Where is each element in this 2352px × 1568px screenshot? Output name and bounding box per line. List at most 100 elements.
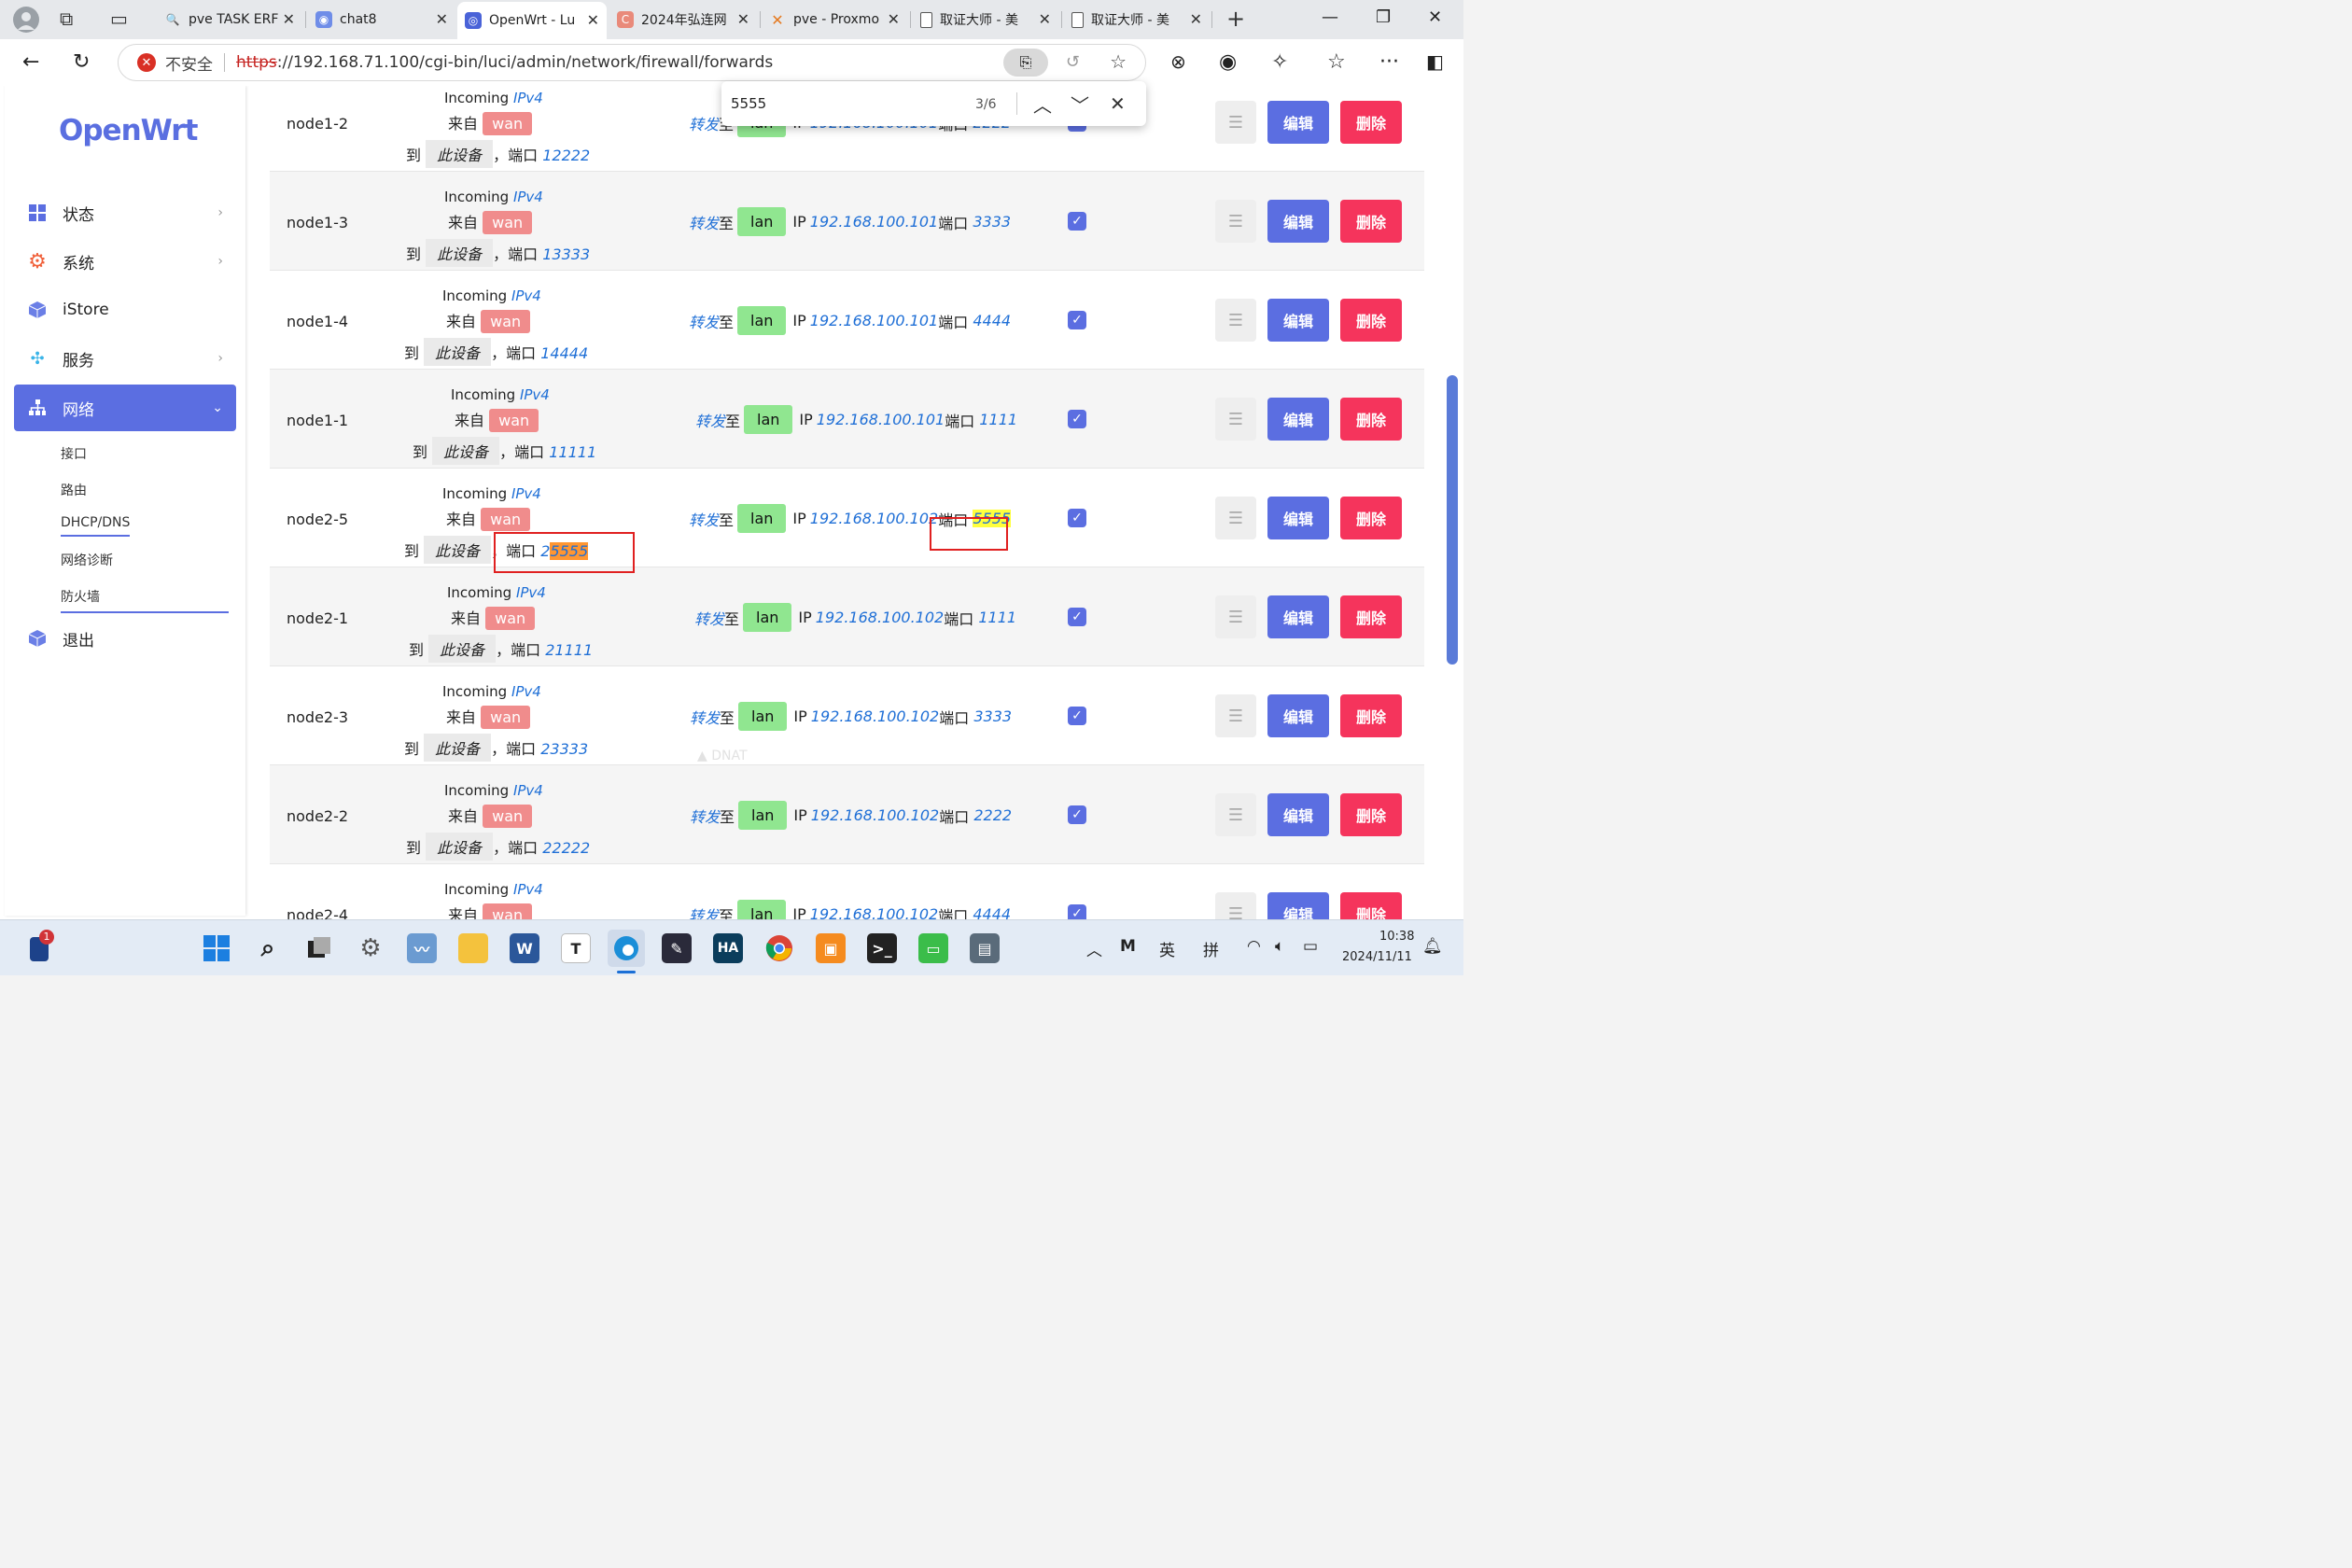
enable-checkbox[interactable]: ✓ (1068, 410, 1086, 428)
security-label[interactable]: 不安全 (165, 51, 213, 75)
menu-network[interactable]: 网络 ⌄ (14, 385, 236, 431)
notification-bell-icon[interactable]: 🔔︎ (1422, 937, 1443, 956)
drag-handle-icon[interactable]: ☰ (1215, 200, 1256, 243)
search-icon[interactable]: ⌕ (253, 933, 283, 963)
submenu-routes[interactable]: 路由 (61, 481, 87, 499)
settings-icon[interactable]: ⚙ (356, 933, 385, 963)
favorites-icon[interactable]: ☆ (1327, 50, 1346, 74)
delete-button[interactable]: 删除 (1340, 595, 1402, 638)
delete-button[interactable]: 删除 (1340, 892, 1402, 919)
record-icon[interactable]: ◉ (1219, 50, 1237, 74)
drag-handle-icon[interactable]: ☰ (1215, 793, 1256, 836)
tab-openwrt[interactable]: ◎ OpenWrt - Lu ✕ (457, 2, 607, 39)
tab-forensics-1[interactable]: 取证大师 - 美 ✕ (913, 4, 1058, 35)
drag-handle-icon[interactable]: ☰ (1215, 299, 1256, 342)
close-icon[interactable]: ✕ (283, 10, 295, 28)
chrome-icon[interactable] (764, 933, 794, 963)
battery-icon[interactable]: ▭ (1303, 937, 1318, 956)
enable-checkbox[interactable]: ✓ (1068, 311, 1086, 329)
delete-button[interactable]: 删除 (1340, 299, 1402, 342)
enable-checkbox[interactable]: ✓ (1068, 212, 1086, 231)
enable-checkbox[interactable]: ✓ (1068, 608, 1086, 626)
close-icon[interactable]: ✕ (737, 10, 749, 28)
tab-honglian[interactable]: C 2024年弘连网 ✕ (609, 4, 757, 35)
edit-button[interactable]: 编辑 (1267, 595, 1329, 638)
favorite-star-icon[interactable]: ☆ (1110, 50, 1127, 73)
monitor-icon[interactable]: 〰 (407, 933, 437, 963)
workspaces-icon[interactable]: ⧉ (60, 7, 73, 30)
tab-pve-task[interactable]: 🔍 pve TASK ERF ✕ (157, 4, 302, 35)
window-close-icon[interactable]: ✕ (1428, 7, 1442, 27)
sidebar-toggle-icon[interactable]: ◧ (1426, 50, 1444, 73)
menu-system[interactable]: ⚙ 系统 › (14, 238, 236, 285)
find-next-icon[interactable]: ﹀ (1071, 91, 1089, 118)
minimize-icon[interactable]: — (1322, 7, 1338, 27)
edge-extension-icon[interactable]: ↺ (1066, 52, 1080, 72)
edit-button[interactable]: 编辑 (1267, 200, 1329, 243)
close-icon[interactable]: ✕ (587, 11, 599, 29)
clock-time[interactable]: 10:38 (1379, 930, 1414, 944)
edit-button[interactable]: 编辑 (1267, 793, 1329, 836)
wifi-icon[interactable]: ◠ (1247, 937, 1261, 956)
edit-button[interactable]: 编辑 (1267, 398, 1329, 441)
ha-icon[interactable]: HA (713, 933, 743, 963)
terminal-icon[interactable]: >_ (867, 933, 897, 963)
ime-mode-icon[interactable]: M (1120, 937, 1136, 956)
edit-button[interactable]: 编辑 (1267, 497, 1329, 539)
close-icon[interactable]: ✕ (436, 10, 448, 28)
enable-checkbox[interactable]: ✓ (1068, 805, 1086, 824)
network-tool-icon[interactable]: ▤ (970, 933, 1000, 963)
tab-forensics-2[interactable]: 取证大师 - 美 ✕ (1064, 4, 1210, 35)
menu-istore[interactable]: iStore (14, 287, 236, 333)
remote-desktop-icon[interactable]: ▭ (918, 933, 948, 963)
tray-overflow-icon[interactable]: ︿ (1086, 937, 1102, 960)
url-text[interactable]: ://192.168.71.100/cgi-bin/luci/admin/net… (277, 53, 773, 72)
file-explorer-icon[interactable] (458, 933, 488, 963)
drag-handle-icon[interactable]: ☰ (1215, 892, 1256, 919)
drag-handle-icon[interactable]: ☰ (1215, 497, 1256, 539)
profile-avatar-icon[interactable] (13, 7, 39, 33)
drag-handle-icon[interactable]: ☰ (1215, 694, 1256, 737)
vmware-icon[interactable]: ▣ (816, 933, 846, 963)
edge-icon[interactable] (608, 930, 645, 967)
drag-handle-icon[interactable]: ☰ (1215, 398, 1256, 441)
ime-english[interactable]: 英 (1159, 937, 1175, 960)
submenu-dhcp-dns[interactable]: DHCP/DNS (61, 515, 131, 537)
not-secure-icon[interactable]: ✕ (137, 53, 156, 72)
extension-x-icon[interactable]: ⊗ (1170, 50, 1186, 73)
tab-chat8[interactable]: ◉ chat8 ✕ (308, 4, 455, 35)
find-input[interactable]: 5555 (731, 95, 766, 112)
more-menu-icon[interactable]: ··· (1379, 50, 1399, 74)
delete-button[interactable]: 删除 (1340, 101, 1402, 144)
edit-button[interactable]: 编辑 (1267, 299, 1329, 342)
submenu-firewall[interactable]: 防火墙 (61, 587, 229, 613)
new-tab-plus-icon[interactable]: + (1226, 6, 1245, 32)
menu-services[interactable]: ✣ 服务 › (14, 335, 236, 382)
tab-actions-icon[interactable]: ▭ (110, 7, 128, 30)
close-icon[interactable]: ✕ (888, 10, 900, 28)
edit-button[interactable]: 编辑 (1267, 694, 1329, 737)
delete-button[interactable]: 删除 (1340, 398, 1402, 441)
word-icon[interactable]: W (510, 933, 539, 963)
enable-checkbox[interactable]: ✓ (1068, 707, 1086, 725)
back-icon[interactable]: ← (22, 50, 39, 74)
submenu-diagnostics[interactable]: 网络诊断 (61, 551, 113, 569)
drag-handle-icon[interactable]: ☰ (1215, 595, 1256, 638)
typora-icon[interactable]: T (561, 933, 591, 963)
delete-button[interactable]: 删除 (1340, 793, 1402, 836)
enable-checkbox[interactable]: ✓ (1068, 904, 1086, 919)
delete-button[interactable]: 删除 (1340, 497, 1402, 539)
refresh-icon[interactable]: ↻ (73, 50, 90, 74)
ime-pinyin[interactable]: 拼 (1203, 937, 1219, 960)
menu-logout[interactable]: 退出 (14, 615, 236, 662)
delete-button[interactable]: 删除 (1340, 694, 1402, 737)
windows-start-icon[interactable] (202, 933, 231, 963)
page-translate-icon[interactable]: ⎘ (1003, 49, 1048, 77)
address-bar[interactable]: ✕ 不安全 https ://192.168.71.100/cgi-bin/lu… (118, 44, 1146, 81)
edit-button[interactable]: 编辑 (1267, 892, 1329, 919)
extensions-puzzle-icon[interactable]: ✧ (1271, 50, 1288, 74)
openwrt-logo[interactable]: OpenWrt (59, 114, 198, 147)
enable-checkbox[interactable]: ✓ (1068, 509, 1086, 527)
tab-proxmox[interactable]: ✕ pve - Proxmo ✕ (762, 4, 907, 35)
restore-icon[interactable]: ❐ (1376, 7, 1391, 27)
